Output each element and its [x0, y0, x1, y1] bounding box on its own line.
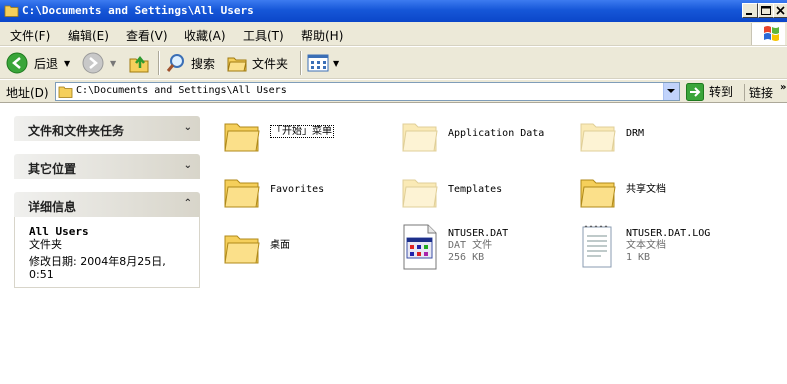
file-item[interactable]: Templates — [400, 172, 570, 220]
file-type: DAT 文件 — [448, 240, 493, 251]
file-tasks-header[interactable]: 文件和文件夹任务 ⌄ — [14, 116, 200, 141]
folder-icon — [58, 86, 73, 98]
window-title: C:\Documents and Settings\All Users — [22, 4, 254, 17]
menu-tools[interactable]: 工具(T) — [243, 27, 284, 44]
close-button[interactable] — [773, 3, 787, 18]
file-tasks-panel: 文件和文件夹任务 ⌄ — [14, 116, 200, 141]
details-modified-time: 0:51 — [29, 268, 54, 281]
search-label: 搜索 — [191, 56, 216, 71]
details-body: All Users 文件夹 修改日期: 2004年8月25日, 0:51 — [14, 217, 200, 288]
text-document-icon — [582, 225, 612, 268]
go-arrow-icon — [686, 82, 704, 101]
details-header[interactable]: 详细信息 ⌃ — [14, 192, 200, 217]
file-item[interactable]: 「开始」菜单 — [222, 116, 392, 164]
file-item[interactable]: 桌面 — [222, 228, 392, 276]
toolbar-separator — [158, 51, 160, 75]
folder-icon — [580, 179, 616, 208]
search-button[interactable]: 搜索 — [165, 51, 215, 75]
folders-icon — [227, 57, 247, 72]
file-tasks-title: 文件和文件夹任务 — [28, 124, 125, 138]
standard-toolbar: 后退 ▼ ▼ 搜索 文件夹 ▼ — [0, 47, 787, 79]
other-places-title: 其它位置 — [28, 162, 77, 176]
forward-arrow-icon — [82, 52, 104, 74]
address-dropdown-button[interactable] — [663, 83, 679, 100]
menu-view[interactable]: 查看(V) — [126, 27, 168, 44]
links-toolbar[interactable]: 链接 — [744, 84, 773, 101]
details-title: 详细信息 — [28, 200, 77, 214]
folder-icon — [224, 235, 260, 264]
toolbar-separator — [300, 51, 302, 75]
task-pane: 文件和文件夹任务 ⌄ 其它位置 ⌄ 详细信息 ⌃ All Users 文件夹 修… — [0, 104, 210, 348]
file-size: 256 KB — [448, 252, 485, 263]
details-modified: 修改日期: 2004年8月25日, — [29, 255, 166, 268]
file-name: NTUSER.DAT — [448, 228, 509, 239]
views-dropdown-icon[interactable]: ▼ — [333, 59, 339, 68]
file-name: 桌面 — [270, 240, 290, 251]
title-bar[interactable]: C:\Documents and Settings\All Users — [0, 0, 787, 22]
folder-icon — [580, 123, 616, 152]
expand-chevron-icon[interactable]: ⌄ — [184, 122, 192, 133]
folders-button[interactable]: 文件夹 — [226, 51, 288, 75]
forward-dropdown-icon[interactable]: ▼ — [110, 59, 116, 68]
details-name: All Users — [29, 225, 89, 238]
up-folder-button[interactable] — [128, 51, 150, 75]
file-name: 「开始」菜单 — [270, 125, 334, 138]
menu-edit[interactable]: 编辑(E) — [68, 27, 109, 44]
folders-label: 文件夹 — [252, 56, 289, 71]
other-places-header[interactable]: 其它位置 ⌄ — [14, 154, 200, 179]
back-arrow-icon — [6, 52, 28, 74]
menu-bar: 文件(F) 编辑(E) 查看(V) 收藏(A) 工具(T) 帮助(H) — [0, 22, 787, 46]
file-item[interactable]: NTUSER.DAT DAT 文件 256 KB — [400, 224, 570, 272]
file-type: 文本文档 — [626, 240, 666, 251]
file-name: Application Data — [448, 128, 545, 139]
address-input[interactable]: C:\Documents and Settings\All Users — [55, 82, 680, 101]
minimize-button[interactable] — [742, 3, 758, 18]
address-label: 地址(D) — [6, 86, 49, 100]
file-item[interactable]: DRM — [578, 116, 748, 164]
views-icon — [307, 54, 329, 72]
file-name: DRM — [626, 128, 645, 139]
file-item[interactable]: Favorites — [222, 172, 392, 220]
folder-icon — [224, 123, 260, 152]
expand-chevron-icon[interactable]: ⌄ — [184, 160, 192, 171]
go-label: 转到 — [709, 85, 734, 99]
folder-icon — [402, 179, 438, 208]
file-name: 共享文档 — [626, 184, 666, 195]
file-name: NTUSER.DAT.LOG — [626, 228, 711, 239]
other-places-panel: 其它位置 ⌄ — [14, 154, 200, 179]
menu-help[interactable]: 帮助(H) — [301, 27, 343, 44]
back-label: 后退 — [34, 56, 59, 71]
folder-icon — [224, 179, 260, 208]
forward-button[interactable]: ▼ — [82, 51, 116, 75]
details-panel: 详细信息 ⌃ All Users 文件夹 修改日期: 2004年8月25日, 0… — [14, 192, 200, 288]
explorer-window: C:\Documents and Settings\All Users 文件(F… — [0, 0, 787, 348]
system-file-icon — [403, 224, 437, 270]
search-icon — [166, 54, 184, 72]
links-chevron-icon[interactable]: » — [780, 82, 786, 93]
file-name: Favorites — [270, 184, 325, 195]
go-button[interactable]: 转到 — [686, 82, 733, 101]
menu-file[interactable]: 文件(F) — [10, 27, 50, 44]
back-button[interactable]: 后退 ▼ — [6, 51, 70, 75]
address-bar: 地址(D) C:\Documents and Settings\All User… — [0, 80, 787, 103]
menu-favorites[interactable]: 收藏(A) — [184, 27, 226, 44]
folder-icon — [402, 123, 438, 152]
file-item[interactable]: 共享文档 — [578, 172, 748, 220]
up-folder-icon — [129, 55, 149, 73]
details-type: 文件夹 — [29, 238, 62, 251]
collapse-chevron-icon[interactable]: ⌃ — [184, 198, 192, 209]
file-name: Templates — [448, 184, 503, 195]
file-item[interactable]: NTUSER.DAT.LOG 文本文档 1 KB — [578, 224, 748, 272]
content-area: 文件和文件夹任务 ⌄ 其它位置 ⌄ 详细信息 ⌃ All Users 文件夹 修… — [0, 104, 787, 348]
file-item[interactable]: Application Data — [400, 116, 570, 164]
views-button[interactable]: ▼ — [307, 51, 339, 75]
folder-icon — [4, 5, 19, 17]
windows-logo-icon — [751, 23, 785, 45]
address-value: C:\Documents and Settings\All Users — [76, 85, 287, 96]
maximize-button[interactable] — [758, 3, 774, 18]
back-dropdown-icon[interactable]: ▼ — [64, 59, 70, 68]
file-size: 1 KB — [626, 252, 651, 263]
